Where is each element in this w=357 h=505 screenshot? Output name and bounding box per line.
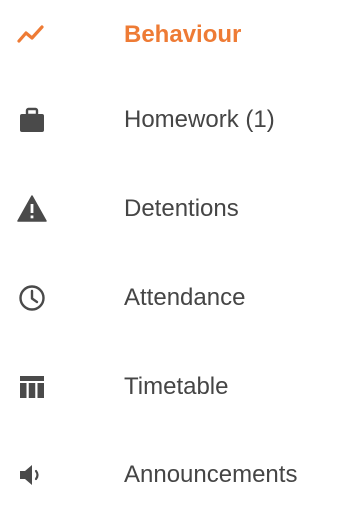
trend-line-icon [16,19,48,51]
briefcase-icon [16,104,48,136]
sidebar-item-label: Homework (1) [124,106,275,133]
warning-icon [16,193,48,225]
sidebar-item-announcements[interactable]: Announcements [0,445,357,505]
sidebar-item-behaviour[interactable]: Behaviour [0,5,357,65]
sidebar-nav: Behaviour Homework (1) Detentions Attend… [0,0,357,497]
sidebar-item-homework[interactable]: Homework (1) [0,90,357,150]
sidebar-item-label: Timetable [124,373,229,400]
sidebar-item-label: Detentions [124,195,239,222]
speaker-icon [16,459,48,491]
sidebar-item-timetable[interactable]: Timetable [0,357,357,417]
clock-icon [16,282,48,314]
sidebar-item-attendance[interactable]: Attendance [0,268,357,328]
table-icon [16,371,48,403]
sidebar-item-label: Announcements [124,461,298,488]
sidebar-item-label: Behaviour [124,21,242,48]
sidebar-item-detentions[interactable]: Detentions [0,179,357,239]
sidebar-item-label: Attendance [124,284,246,311]
